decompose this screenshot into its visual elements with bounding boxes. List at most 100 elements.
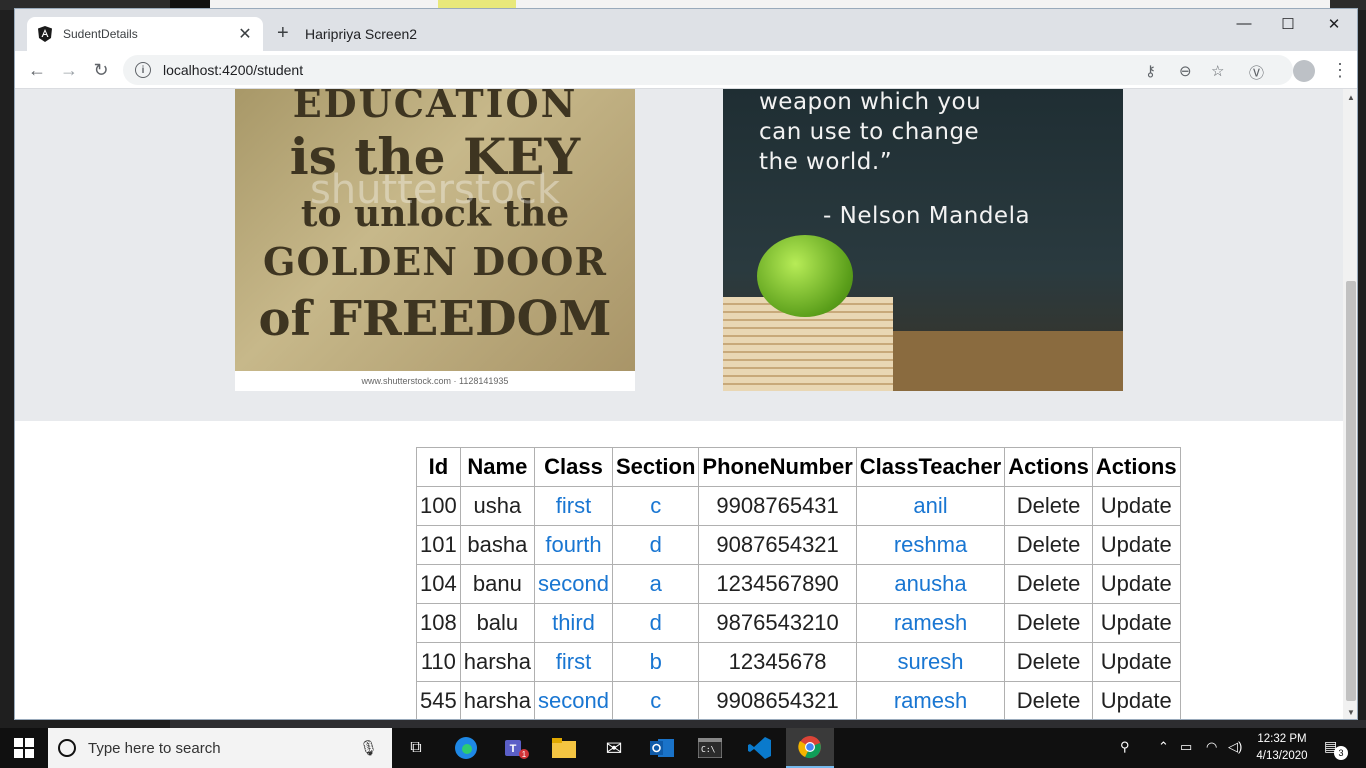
windows-start-icon[interactable] xyxy=(14,738,34,758)
svg-text:T: T xyxy=(510,743,517,755)
url-text[interactable]: localhost:4200/student xyxy=(163,62,303,78)
header-phone: PhoneNumber xyxy=(698,447,857,487)
battery-icon[interactable]: ▭ xyxy=(1180,739,1192,755)
site-info-icon[interactable]: i xyxy=(135,62,151,78)
cell-section-link[interactable]: a xyxy=(611,564,700,604)
delete-button[interactable]: Delete xyxy=(1004,564,1093,604)
cell-phone: 9908654321 xyxy=(698,681,857,719)
quote-line: EDUCATION xyxy=(292,89,578,126)
cell-class-link[interactable]: fourth xyxy=(534,525,613,565)
reload-icon[interactable]: ↻ xyxy=(89,58,113,82)
cell-class-link[interactable]: first xyxy=(534,486,613,526)
key-icon[interactable]: ⚷ xyxy=(1145,62,1156,80)
cell-id: 104 xyxy=(416,564,461,604)
cell-teacher-link[interactable]: ramesh xyxy=(855,681,1006,719)
cell-section-link[interactable]: d xyxy=(611,525,700,565)
title-bar: SudentDetails ✕ + Haripriya Screen2 — ☐ … xyxy=(15,9,1357,51)
forward-arrow-icon[interactable]: → xyxy=(57,58,81,82)
teams-icon[interactable]: T1 xyxy=(492,728,540,768)
tab-student-details[interactable]: SudentDetails ✕ xyxy=(27,17,263,51)
quote-line: GOLDEN DOOR xyxy=(263,239,607,284)
scrollbar-thumb[interactable] xyxy=(1346,281,1356,701)
cell-id: 110 xyxy=(416,642,461,682)
delete-button[interactable]: Delete xyxy=(1004,681,1093,719)
notification-center-icon[interactable]: ▤ 3 xyxy=(1324,738,1348,760)
update-button[interactable]: Update xyxy=(1091,564,1181,604)
chrome-icon[interactable] xyxy=(786,728,834,768)
outlook-icon[interactable] xyxy=(638,728,686,768)
quote-line: can use to change xyxy=(759,119,980,145)
update-button[interactable]: Update xyxy=(1091,486,1181,526)
people-icon[interactable]: ⚲ xyxy=(1120,739,1130,755)
minimize-icon[interactable]: — xyxy=(1221,15,1267,32)
cell-teacher-link[interactable]: anusha xyxy=(855,564,1006,604)
menu-kebab-icon[interactable]: ⋮ xyxy=(1331,60,1349,80)
wifi-icon[interactable]: ◠ xyxy=(1206,739,1217,755)
cell-teacher-link[interactable]: ramesh xyxy=(855,603,1006,643)
cell-section-link[interactable]: d xyxy=(611,603,700,643)
delete-button[interactable]: Delete xyxy=(1004,486,1093,526)
bookmark-star-icon[interactable]: ☆ xyxy=(1211,62,1224,80)
profile-avatar[interactable] xyxy=(1293,60,1315,82)
cell-section-link[interactable]: c xyxy=(611,681,700,719)
zoom-out-icon[interactable]: ⊖ xyxy=(1179,62,1192,80)
update-button[interactable]: Update xyxy=(1091,603,1181,643)
apple-illustration xyxy=(757,235,853,317)
taskbar-search-box[interactable]: Type here to search 🎙 xyxy=(48,728,392,768)
watermark: shutterstock xyxy=(309,167,561,213)
notification-count: 3 xyxy=(1334,746,1348,760)
cell-teacher-link[interactable]: reshma xyxy=(855,525,1006,565)
quote-line: the world.” xyxy=(759,149,893,175)
cell-section-link[interactable]: b xyxy=(611,642,700,682)
cell-id: 545 xyxy=(416,681,461,719)
page-viewport: EDUCATION is the KEY to unlock the GOLDE… xyxy=(15,89,1343,719)
update-button[interactable]: Update xyxy=(1091,525,1181,565)
table-row: 108 balu third d 9876543210 ramesh Delet… xyxy=(416,603,1181,643)
cell-class-link[interactable]: third xyxy=(534,603,613,643)
edge-browser-icon[interactable] xyxy=(442,728,490,768)
delete-button[interactable]: Delete xyxy=(1004,525,1093,565)
volume-icon[interactable]: ◁) xyxy=(1228,739,1242,755)
cell-teacher-link[interactable]: anil xyxy=(855,486,1006,526)
cell-section-link[interactable]: c xyxy=(611,486,700,526)
clock-time: 12:32 PM xyxy=(1257,733,1307,745)
terminal-icon[interactable]: C:\ xyxy=(686,728,734,768)
maximize-icon[interactable]: ☐ xyxy=(1265,15,1311,33)
mail-icon[interactable]: ✉ xyxy=(590,728,638,768)
desktop-strip xyxy=(170,720,1366,728)
close-tab-icon[interactable]: ✕ xyxy=(233,24,257,44)
cell-class-link[interactable]: second xyxy=(534,681,613,719)
update-button[interactable]: Update xyxy=(1091,681,1181,719)
close-window-icon[interactable]: ✕ xyxy=(1311,15,1357,33)
search-placeholder[interactable]: Type here to search xyxy=(88,740,359,757)
file-explorer-icon[interactable] xyxy=(540,728,588,768)
cell-phone: 9908765431 xyxy=(698,486,857,526)
microphone-icon[interactable]: 🎙 xyxy=(359,739,378,757)
tab-haripriya-screen2[interactable]: Haripriya Screen2 xyxy=(305,26,417,42)
cell-teacher-link[interactable]: suresh xyxy=(855,642,1006,682)
scroll-up-arrow-icon[interactable]: ▲ xyxy=(1347,93,1355,102)
delete-button[interactable]: Delete xyxy=(1004,603,1093,643)
task-view-icon[interactable]: ⧉ xyxy=(392,728,440,768)
mandela-quote-image: weapon which you can use to change the w… xyxy=(723,89,1123,391)
taskbar-clock[interactable]: 12:32 PM 4/13/2020 xyxy=(1250,731,1314,765)
scroll-down-arrow-icon[interactable]: ▼ xyxy=(1347,708,1355,717)
cell-phone: 12345678 xyxy=(698,642,857,682)
table-row: 101 basha fourth d 9087654321 reshma Del… xyxy=(416,525,1181,565)
back-arrow-icon[interactable]: ← xyxy=(25,58,49,82)
cell-class-link[interactable]: first xyxy=(534,642,613,682)
delete-button[interactable]: Delete xyxy=(1004,642,1093,682)
vertical-scrollbar[interactable]: ▲ ▼ xyxy=(1343,89,1357,719)
table-header-row: Id Name Class Section PhoneNumber ClassT… xyxy=(416,447,1181,487)
update-button[interactable]: Update xyxy=(1091,642,1181,682)
vscode-icon[interactable] xyxy=(736,728,784,768)
cell-id: 101 xyxy=(416,525,461,565)
new-tab-icon[interactable]: + xyxy=(277,23,289,43)
table-row: 545 harsha second c 9908654321 ramesh De… xyxy=(416,681,1181,719)
cell-class-link[interactable]: second xyxy=(534,564,613,604)
cell-id: 100 xyxy=(416,486,461,526)
show-hidden-icons-chevron-icon[interactable]: ⌃ xyxy=(1158,739,1169,755)
clock-date: 4/13/2020 xyxy=(1256,750,1308,762)
address-bar[interactable]: i localhost:4200/student xyxy=(123,55,1293,85)
extension-v-icon[interactable]: Ⓥ xyxy=(1249,62,1264,83)
